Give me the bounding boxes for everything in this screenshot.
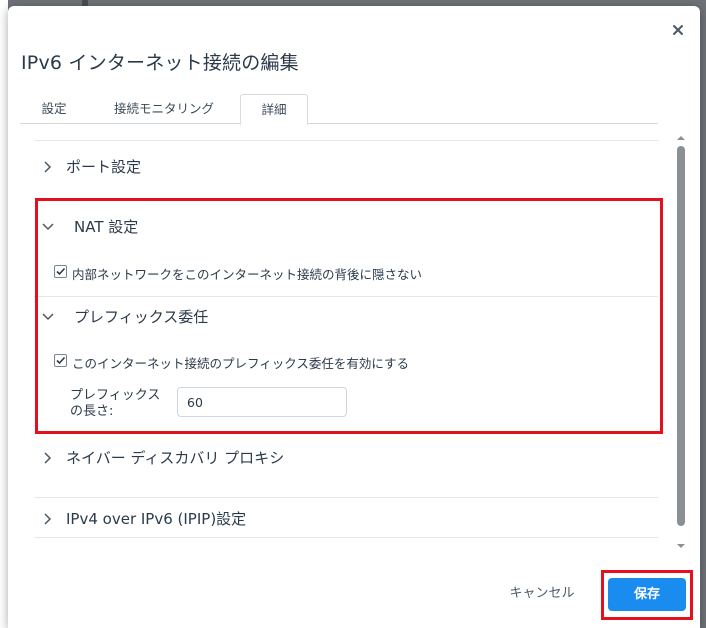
scroll-down-icon[interactable] xyxy=(677,542,685,550)
section-label: ネイバー ディスカバリ プロキシ xyxy=(66,449,285,467)
tab-connection-monitoring[interactable]: 接続モニタリング xyxy=(100,94,228,124)
scrollbar[interactable] xyxy=(674,132,688,552)
tab-advanced[interactable]: 詳細 xyxy=(240,94,308,125)
cancel-button[interactable]: キャンセル xyxy=(502,580,582,608)
dialog-title: IPv6 インターネット接続の編集 xyxy=(21,52,299,74)
tab-bar: 設定 接続モニタリング 詳細 xyxy=(20,94,658,125)
section-label: ポート設定 xyxy=(66,158,142,176)
divider xyxy=(34,537,658,538)
divider xyxy=(34,497,658,498)
background-panel xyxy=(0,0,8,628)
divider xyxy=(34,140,658,141)
scrollbar-thumb[interactable] xyxy=(677,146,685,526)
close-icon xyxy=(673,25,683,35)
chevron-right-icon xyxy=(44,513,52,525)
highlight-frame xyxy=(35,198,663,434)
edit-ipv6-dialog: IPv6 インターネット接続の編集 設定 接続モニタリング 詳細 ポート設定 N… xyxy=(8,6,700,628)
tab-settings[interactable]: 設定 xyxy=(20,94,88,124)
close-button[interactable] xyxy=(668,20,688,40)
section-port-settings[interactable]: ポート設定 xyxy=(20,156,660,178)
section-ipip-settings[interactable]: IPv4 over IPv6 (IPIP)設定 xyxy=(20,508,660,530)
chevron-right-icon xyxy=(44,452,52,464)
scroll-up-icon[interactable] xyxy=(677,134,685,142)
highlight-frame: 保存 xyxy=(601,570,693,620)
section-label: IPv4 over IPv6 (IPIP)設定 xyxy=(66,510,247,528)
chevron-right-icon xyxy=(44,161,52,173)
save-button[interactable]: 保存 xyxy=(608,578,686,611)
advanced-settings-panel: ポート設定 NAT 設定 内部ネットワークをこのインターネット接続の背後に隠さな… xyxy=(20,128,680,552)
section-neighbor-discovery-proxy[interactable]: ネイバー ディスカバリ プロキシ xyxy=(20,447,660,469)
